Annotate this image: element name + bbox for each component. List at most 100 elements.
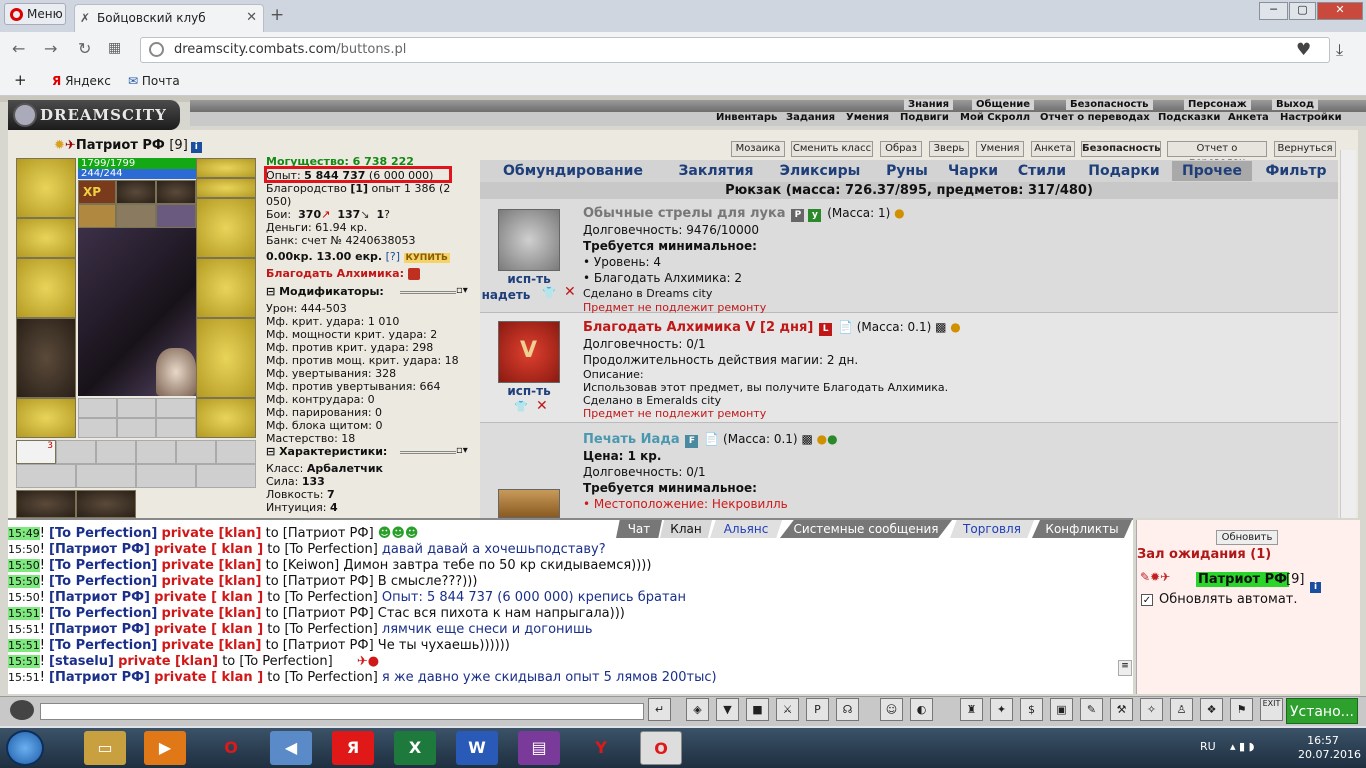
tools-icon[interactable]: ⚒ (1110, 698, 1133, 721)
chat-recipient[interactable]: to [To Perfection] (267, 670, 378, 685)
checkbox-checked-icon[interactable]: ✓ (1141, 594, 1153, 606)
minimize-button[interactable]: ─ (1259, 2, 1288, 20)
submenu-inventory[interactable]: Инвентарь (716, 112, 777, 123)
forward-button[interactable]: → (44, 39, 57, 58)
bookmark-mail[interactable]: ✉ Почта (128, 74, 180, 88)
chest-icon[interactable]: ▣ (1050, 698, 1073, 721)
flag-icon[interactable]: ⚑ (1230, 698, 1253, 721)
word-icon[interactable]: W (456, 731, 498, 765)
use-link[interactable]: исп-ть (480, 384, 578, 398)
slot-shield[interactable] (196, 258, 256, 318)
tab-equipment[interactable]: Обмундирование (500, 161, 646, 181)
chat-private-tag[interactable]: private [klan] (118, 654, 218, 669)
chat-recipient[interactable]: to [To Perfection] (267, 542, 378, 557)
submenu-feats[interactable]: Подвиги (900, 112, 949, 123)
menu-security[interactable]: Безопасность (1066, 99, 1153, 110)
chat-time[interactable]: 15:51 (8, 623, 40, 636)
chat-private-tag[interactable]: private [ klan ] (154, 542, 263, 557)
info-icon[interactable]: i (190, 142, 202, 153)
eraser-icon[interactable]: ◈ (686, 698, 709, 721)
chat-tab-system[interactable]: Системные сообщения (780, 520, 952, 538)
tab-styles[interactable]: Стили (1012, 161, 1072, 181)
beast-button[interactable]: Зверь (929, 141, 969, 157)
belt-slot-10[interactable] (196, 464, 256, 488)
slot-earrings[interactable] (196, 158, 256, 178)
chat-time[interactable]: 15:51 (8, 607, 40, 620)
help-link[interactable]: [?] (386, 250, 400, 263)
sound-icon[interactable]: ◐ (910, 698, 933, 721)
back-button[interactable]: ← (12, 39, 25, 58)
blessing-v-icon[interactable]: V (498, 321, 560, 383)
belt-slot-5[interactable] (176, 440, 216, 464)
security-button[interactable]: Безопасность (1081, 141, 1161, 157)
chat-recipient[interactable]: to [To Perfection] (267, 590, 378, 605)
chat-tab-trade[interactable]: Торговля (950, 520, 1034, 538)
explorer-icon[interactable]: ▭ (84, 731, 126, 765)
add-bookmark-icon[interactable]: + (14, 71, 27, 89)
speed-dial-icon[interactable]: ▦ (108, 40, 121, 56)
chat-time[interactable]: 15:50 (8, 591, 40, 604)
tab-elixirs[interactable]: Эликсиры (774, 161, 866, 181)
reload-button[interactable]: ↻ (78, 39, 91, 58)
chat-line[interactable]: 15:51! [staselu] private [klan] to [To P… (8, 654, 379, 669)
tab-other[interactable]: Прочее (1172, 161, 1252, 181)
chat-nick[interactable]: [To Perfection] (49, 574, 157, 589)
chat-recipient[interactable]: to [Keiwon] (266, 558, 340, 573)
slot-scroll-2[interactable] (116, 204, 156, 228)
address-bar[interactable]: dreamscity.combats.com/buttons.pl (140, 37, 1330, 63)
chat-tab-alliance[interactable]: Альянс (710, 520, 782, 538)
menu-exit[interactable]: Выход (1272, 99, 1319, 110)
submenu-my-scroll[interactable]: Мой Скролл (960, 112, 1030, 123)
yandex-browser-icon[interactable]: Y (580, 731, 622, 765)
tab-runes[interactable]: Руны (880, 161, 934, 181)
character-name[interactable]: ✹✈Патриот РФ [9] i (54, 138, 202, 153)
modifiers-header[interactable]: ⊟ Модификаторы: ▫▾ (266, 285, 476, 298)
belt-slot-potion[interactable]: 3 (16, 440, 56, 464)
slot-armor[interactable] (16, 318, 76, 398)
refresh-button[interactable]: Обновить (1216, 530, 1278, 545)
smile-icon[interactable]: ☺ (880, 698, 903, 721)
chat-nick[interactable]: [Патриот РФ] (49, 670, 150, 685)
return-button[interactable]: Вернуться (1274, 141, 1336, 157)
filter-icon[interactable]: ▼ (716, 698, 739, 721)
belt-slot-3[interactable] (96, 440, 136, 464)
profile-button[interactable]: Анкета (1031, 141, 1075, 157)
winrar-icon[interactable]: ▤ (518, 731, 560, 765)
chat-nick[interactable]: [To Perfection] (49, 558, 157, 573)
slot-weapon[interactable] (16, 258, 76, 318)
compass-icon[interactable]: ✧ (1140, 698, 1163, 721)
slot-ring-1[interactable] (116, 180, 156, 204)
chat-time[interactable]: 15:50 (8, 559, 40, 572)
opera-icon[interactable]: O (210, 731, 252, 765)
mosaic-button[interactable]: Мозаика (731, 141, 785, 157)
save-icon[interactable]: ■ (746, 698, 769, 721)
chat-line[interactable]: 15:49! [To Perfection] private [klan] to… (8, 526, 418, 541)
waiting-user-name[interactable]: Патриот РФ (1196, 572, 1290, 587)
chat-mode-icon[interactable] (10, 700, 34, 720)
slot-scroll-3[interactable] (156, 204, 196, 228)
submenu-settings[interactable]: Настройки (1280, 112, 1342, 123)
characteristics-header[interactable]: ⊟ Характеристики: ▫▾ (266, 445, 476, 458)
chat-recipient[interactable]: to [Патриот РФ] (266, 606, 374, 621)
download-icon[interactable]: ⤓ (1336, 40, 1343, 60)
paw-icon[interactable]: ❖ (1200, 698, 1223, 721)
rune-slot-5[interactable] (117, 418, 156, 438)
scroll-arrows-icon[interactable]: ▫▾ (456, 445, 468, 456)
tab-spells[interactable]: Заклятия (674, 161, 758, 181)
slot-belt[interactable] (16, 398, 76, 438)
tab-charms[interactable]: Чарки (944, 161, 1002, 181)
submenu-hints[interactable]: Подсказки (1158, 112, 1220, 123)
chat-line[interactable]: 15:50! [Патриот РФ] private [ klan ] to … (8, 542, 606, 557)
chat-time[interactable]: 15:51 (8, 639, 40, 652)
chat-private-tag[interactable]: private [ klan ] (154, 622, 263, 637)
slot-boots[interactable] (196, 398, 256, 438)
rune-slot-2[interactable] (117, 398, 156, 418)
slot-helmet[interactable] (16, 158, 76, 218)
tab-gifts[interactable]: Подарки (1084, 161, 1164, 181)
slot-pants[interactable] (196, 318, 256, 398)
chat-line[interactable]: 15:51! [Патриот РФ] private [ klan ] to … (8, 670, 717, 685)
auto-update-checkbox[interactable]: ✓ Обновлять автомат. (1141, 592, 1298, 607)
bookmark-heart-icon[interactable]: ♥ (1296, 40, 1311, 60)
collapse-icon[interactable]: ⊟ (266, 445, 275, 458)
submenu-quests[interactable]: Задания (786, 112, 835, 123)
